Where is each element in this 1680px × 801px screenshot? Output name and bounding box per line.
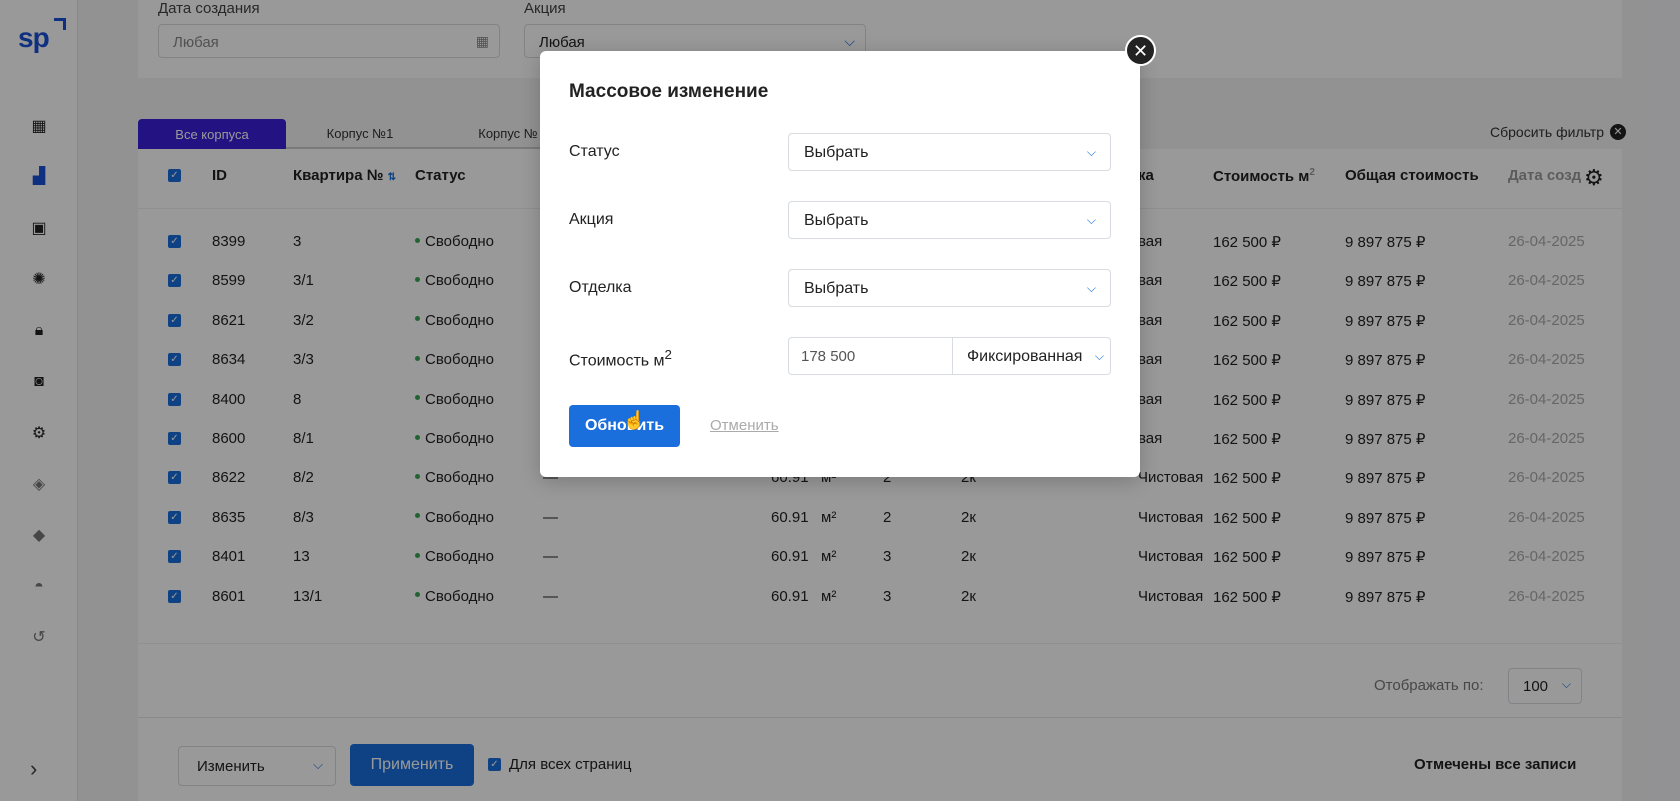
close-icon[interactable]: ✕	[1125, 35, 1156, 66]
chevron-down-icon: ⌵	[1086, 281, 1096, 295]
chevron-down-icon: ⌵	[1094, 349, 1104, 363]
promo-label: Акция	[569, 211, 614, 228]
chevron-down-icon: ⌵	[1086, 145, 1096, 159]
finish-label: Отделка	[569, 279, 632, 296]
status-select[interactable]: Выбрать ⌵	[788, 133, 1111, 171]
cancel-link[interactable]: Отменить	[710, 417, 779, 434]
promo-select[interactable]: Выбрать ⌵	[788, 201, 1111, 239]
pointer-cursor-icon: ☝	[623, 410, 646, 430]
chevron-down-icon: ⌵	[1086, 213, 1096, 227]
price-input[interactable]: 178 500	[788, 337, 953, 375]
price-type-select[interactable]: Фиксированная ⌵	[953, 337, 1111, 375]
status-label: Статус	[569, 143, 620, 160]
price-m2-label: Стоимость м2	[569, 347, 672, 370]
finish-select[interactable]: Выбрать ⌵	[788, 269, 1111, 307]
modal-title: Массовое изменение	[569, 81, 769, 102]
